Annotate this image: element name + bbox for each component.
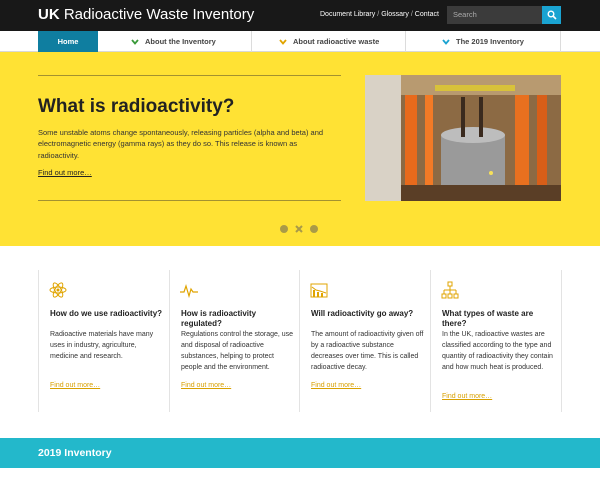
- carousel-dot[interactable]: [310, 225, 318, 233]
- atom-icon: [49, 282, 67, 298]
- divider: [38, 75, 341, 76]
- glossary-link[interactable]: Glossary: [381, 11, 409, 18]
- nav-divider: [251, 31, 252, 52]
- card-find-out-more-link[interactable]: Find out more…: [311, 382, 361, 389]
- carousel-dot[interactable]: [280, 225, 288, 233]
- card-text: Regulations control the storage, use and…: [181, 331, 294, 371]
- card-use-radioactivity: How do we use radioactivity? Radioactive…: [39, 270, 169, 412]
- search-icon: [547, 10, 557, 20]
- band-title: 2019 Inventory: [38, 447, 112, 459]
- close-icon: [295, 225, 303, 233]
- card-title: What types of waste are there?: [442, 309, 534, 328]
- utility-links: Document Library / Glossary / Contact: [320, 11, 439, 18]
- card-find-out-more-link[interactable]: Find out more…: [50, 382, 100, 389]
- hero-find-out-more-link[interactable]: Find out more…: [38, 168, 92, 177]
- nav-home[interactable]: Home: [38, 31, 98, 52]
- search-input[interactable]: Search: [447, 6, 542, 24]
- card-go-away: Will radioactivity go away? The amount o…: [300, 270, 430, 412]
- hero-title: What is radioactivity?: [38, 96, 235, 117]
- hero-image: [365, 75, 561, 201]
- top-header: UK Radioactive Waste Inventory Document …: [0, 0, 600, 31]
- decay-chart-icon: [310, 283, 328, 298]
- carousel-dot-active[interactable]: [294, 224, 304, 234]
- card-title: How do we use radioactivity?: [50, 309, 163, 318]
- card-text: In the UK, radioactive wastes are classi…: [442, 331, 553, 371]
- hero-banner: What is radioactivity? Some unstable ato…: [0, 52, 600, 246]
- card-regulated: How is radioactivity regulated? Regulati…: [170, 270, 300, 412]
- hierarchy-icon: [441, 281, 459, 299]
- card-find-out-more-link[interactable]: Find out more…: [181, 382, 231, 389]
- card-text: The amount of radioactivity given off by…: [311, 331, 424, 371]
- card-title: How is radioactivity regulated?: [181, 309, 257, 328]
- nav-divider: [560, 31, 561, 52]
- chevron-down-icon: [279, 38, 287, 45]
- inventory-band: 2019 Inventory: [0, 438, 600, 468]
- card-divider: [561, 270, 562, 412]
- card-text: Radioactive materials have many uses in …: [50, 331, 154, 360]
- contact-link[interactable]: Contact: [415, 11, 439, 18]
- nav-about-waste[interactable]: About radioactive waste: [279, 31, 379, 52]
- chevron-down-icon: [442, 38, 450, 45]
- document-library-link[interactable]: Document Library: [320, 11, 375, 18]
- site-logo[interactable]: UK Radioactive Waste Inventory: [38, 6, 254, 23]
- search-button[interactable]: [542, 6, 561, 24]
- nav-about-inventory[interactable]: About the Inventory: [131, 31, 216, 52]
- card-title: Will radioactivity go away?: [311, 309, 414, 318]
- divider: [38, 200, 341, 201]
- main-nav: Home About the Inventory About radioacti…: [0, 31, 600, 52]
- card-waste-types: What types of waste are there? In the UK…: [431, 270, 561, 412]
- nav-2019-inventory[interactable]: The 2019 Inventory: [442, 31, 524, 52]
- chevron-down-icon: [131, 38, 139, 45]
- carousel-controls: [280, 224, 318, 234]
- card-find-out-more-link[interactable]: Find out more…: [442, 393, 492, 400]
- pulse-icon: [180, 284, 198, 299]
- hero-body: Some unstable atoms change spontaneously…: [38, 128, 324, 160]
- nav-divider: [405, 31, 406, 52]
